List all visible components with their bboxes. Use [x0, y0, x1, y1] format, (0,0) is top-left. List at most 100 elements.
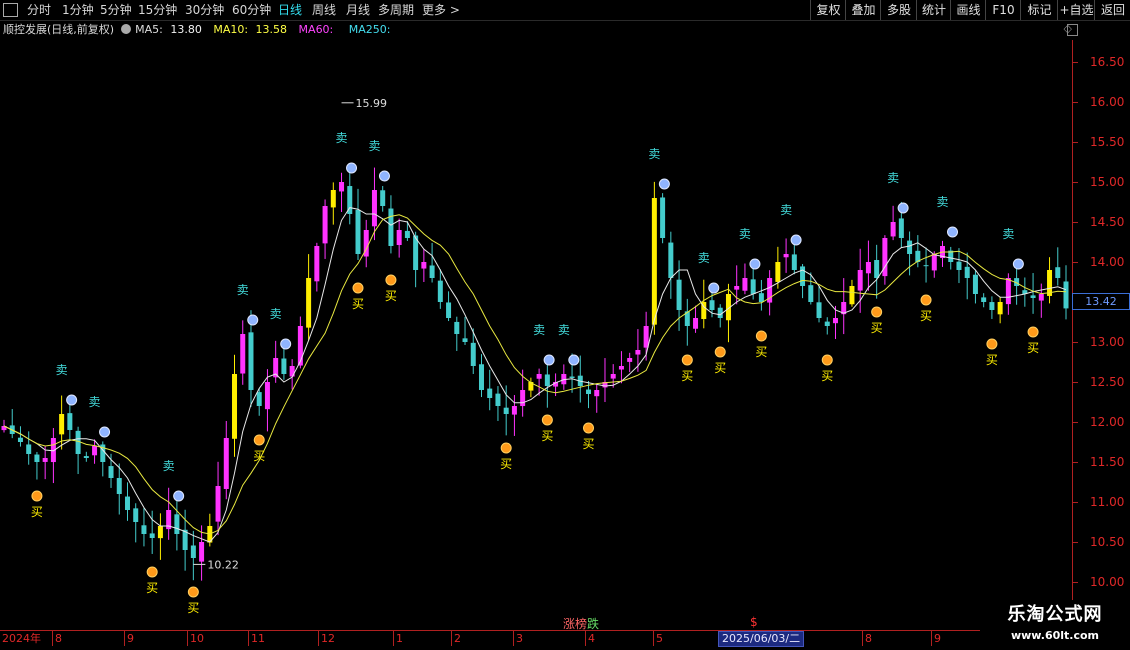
candle-body [17, 437, 23, 442]
buy-signal-icon [755, 330, 767, 342]
candle-body [989, 302, 995, 310]
candle-body [478, 364, 484, 390]
buy-signal-icon [714, 346, 726, 358]
candle-body [232, 374, 238, 439]
candle-body [981, 297, 987, 302]
period-tab-1[interactable]: 1分钟 [62, 0, 94, 20]
buy-signal-label: 买 [146, 581, 158, 595]
candle-body [627, 358, 633, 362]
rank-marker[interactable]: 涨榜跌 [563, 615, 599, 632]
buy-signal-label: 买 [714, 361, 726, 375]
candle-body [199, 542, 205, 562]
sell-signal-icon [543, 354, 555, 366]
candle-body [223, 438, 229, 489]
buy-signal-icon [821, 354, 833, 366]
period-tab-8[interactable]: 月线 [346, 0, 370, 20]
period-tab-5[interactable]: 60分钟 [232, 0, 271, 20]
candle-body [124, 496, 130, 510]
current-price-label: 13.42 [1072, 293, 1130, 310]
period-tab-2[interactable]: 5分钟 [100, 0, 132, 20]
month-label: 11 [248, 631, 265, 646]
buy-signal-label: 买 [31, 505, 43, 519]
candle-body [322, 206, 328, 244]
sell-signal-label: 卖 [558, 323, 570, 337]
period-tab-7[interactable]: 周线 [312, 0, 336, 20]
settings-icon[interactable] [121, 24, 132, 34]
price-tick-label: 14.00 [1090, 255, 1125, 269]
candle-body [816, 302, 822, 318]
candle-body [421, 262, 427, 269]
price-tick-label: 16.00 [1090, 95, 1125, 109]
buy-signal-label: 买 [1027, 341, 1039, 355]
buy-signal-icon [352, 282, 364, 294]
panel-toggle-icon[interactable] [1067, 24, 1078, 36]
tool-button-0[interactable]: 复权 [810, 0, 846, 20]
tool-button-1[interactable]: 叠加 [845, 0, 881, 20]
tool-button-2[interactable]: 多股 [880, 0, 917, 20]
watermark-title: 乐淘公式网 [1007, 604, 1103, 625]
period-tab-6[interactable]: 日线 [278, 0, 302, 20]
buy-signal-icon [187, 586, 199, 598]
watermark-url: www.60lt.com [1010, 629, 1100, 642]
candle-body [108, 466, 114, 478]
period-tab-3[interactable]: 15分钟 [138, 0, 177, 20]
candle-body [898, 218, 904, 238]
candle-body [264, 382, 270, 410]
candle-body [92, 446, 98, 456]
buy-signal-icon [385, 274, 397, 286]
candle-body [956, 261, 962, 270]
buy-signal-label: 买 [920, 309, 932, 323]
month-label: 8 [862, 631, 872, 646]
more-periods-button[interactable]: 更多 > [422, 0, 460, 20]
tool-button-8[interactable]: 返回 [1094, 0, 1130, 20]
candle-body [931, 254, 937, 271]
tool-button-7[interactable]: +自选 [1057, 0, 1095, 20]
stock-name[interactable]: 顺控发展(日线,前复权) [3, 23, 114, 36]
period-tab-4[interactable]: 30分钟 [185, 0, 224, 20]
candle-body [495, 393, 501, 406]
tool-button-6[interactable]: 标记 [1020, 0, 1058, 20]
sell-signal-icon [378, 170, 390, 182]
candle-body [380, 190, 386, 206]
dollar-marker[interactable]: $ [750, 615, 758, 629]
candlestick-chart[interactable]: 15.9910.22买买买买买买买买买买买买买买买买买卖卖卖卖卖卖卖卖 卖卖卖卖卖… [0, 40, 1072, 630]
buy-signal-label: 买 [986, 353, 998, 367]
month-label: 3 [513, 631, 523, 646]
candle-body [586, 389, 592, 394]
candle-body [503, 407, 509, 414]
candle-body [339, 182, 345, 192]
tool-button-4[interactable]: 画线 [950, 0, 986, 20]
candle-body [1005, 278, 1011, 305]
buy-signal-icon [871, 306, 883, 318]
window-icon[interactable] [3, 3, 18, 17]
ma10-label: MA10: 13.58 [213, 23, 288, 36]
candle-body [215, 486, 221, 522]
buy-signal-label: 买 [500, 457, 512, 471]
month-label: 2 [451, 631, 461, 646]
year-label: 2024年 [2, 632, 41, 645]
candle-body [174, 514, 180, 534]
candle-body [388, 208, 394, 246]
period-tab-0[interactable]: 分时 [27, 0, 51, 20]
sell-signal-label: 卖 [648, 147, 660, 161]
tool-button-5[interactable]: F10 [985, 0, 1021, 20]
candle-body [857, 270, 863, 291]
month-label: 8 [52, 631, 62, 646]
price-tick-label: 15.00 [1090, 175, 1125, 189]
price-tick [1073, 182, 1078, 183]
candle-body [783, 254, 789, 258]
candle-body [396, 230, 402, 246]
price-tick-label: 12.50 [1090, 375, 1125, 389]
month-label: 1 [393, 631, 403, 646]
candle-body [734, 286, 740, 290]
tool-button-3[interactable]: 统计 [916, 0, 951, 20]
candle-body [429, 265, 435, 278]
period-tab-9[interactable]: 多周期 [378, 0, 414, 20]
candle-body [141, 525, 147, 534]
top-toolbar: 分时 1分钟 5分钟 15分钟 30分钟 60分钟 日线 周线 月线 多周期 更多 > 复权 叠加 多股统… [0, 0, 1130, 21]
sell-signal-icon [346, 162, 358, 174]
candle-body [775, 262, 781, 282]
ma250-label: MA250: [348, 23, 391, 36]
candle-body [1063, 281, 1069, 309]
buy-signal-label: 买 [871, 321, 883, 335]
